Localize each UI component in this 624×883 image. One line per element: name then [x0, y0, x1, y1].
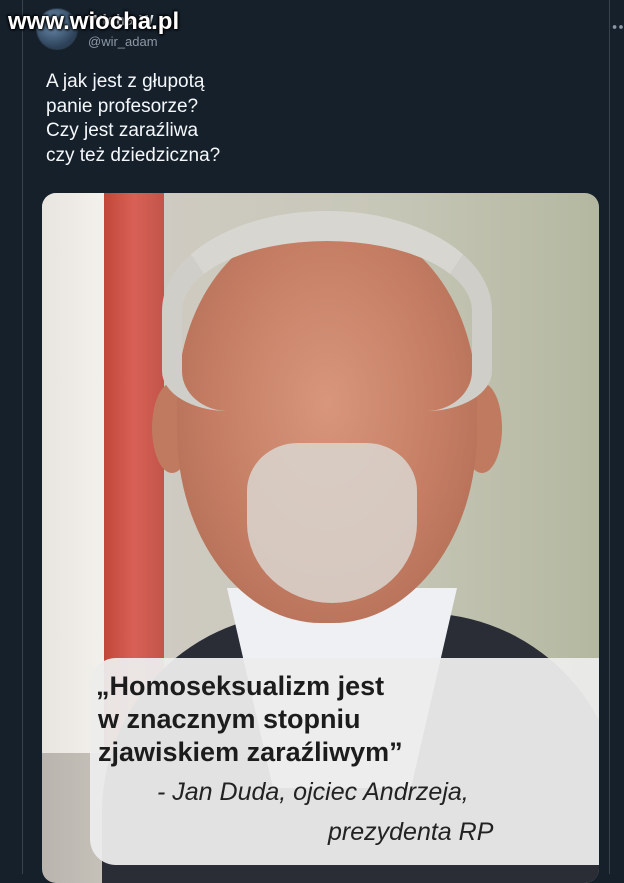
left-border — [0, 0, 23, 874]
attribution-line: prezydenta RP — [328, 818, 494, 846]
watermark: www.wiocha.pl — [8, 8, 180, 35]
tweet-text-line: A jak jest z głupotą — [46, 71, 205, 92]
quote-line: zjawiskiem zaraźliwym” — [98, 737, 403, 767]
tweet-text-line: czy też dziedziczna? — [46, 144, 221, 166]
beard — [247, 443, 417, 603]
tweet-header: Wicha W @wir_adam www.wiocha.pl — [8, 6, 623, 50]
quote-line: „Homoseksualizm jest — [96, 671, 385, 701]
user-handle[interactable]: @wir_adam — [88, 34, 158, 49]
quote-line: w znacznym stopniu — [98, 704, 361, 734]
tweet-text-line: Czy jest zaraźliwa — [46, 120, 199, 141]
more-options-icon[interactable] — [610, 16, 624, 38]
tweet-text-line: panie profesorze? — [46, 95, 199, 117]
tweet-image[interactable]: „Homoseksualizm jest w znacznym stopniu … — [42, 193, 599, 883]
right-border — [609, 0, 624, 874]
tweet-text: A jak jest z głupotą panie profesorze? C… — [46, 70, 546, 168]
attribution-line: - Jan Duda, ojciec Andrzeja, — [157, 778, 469, 806]
hair — [162, 211, 492, 411]
